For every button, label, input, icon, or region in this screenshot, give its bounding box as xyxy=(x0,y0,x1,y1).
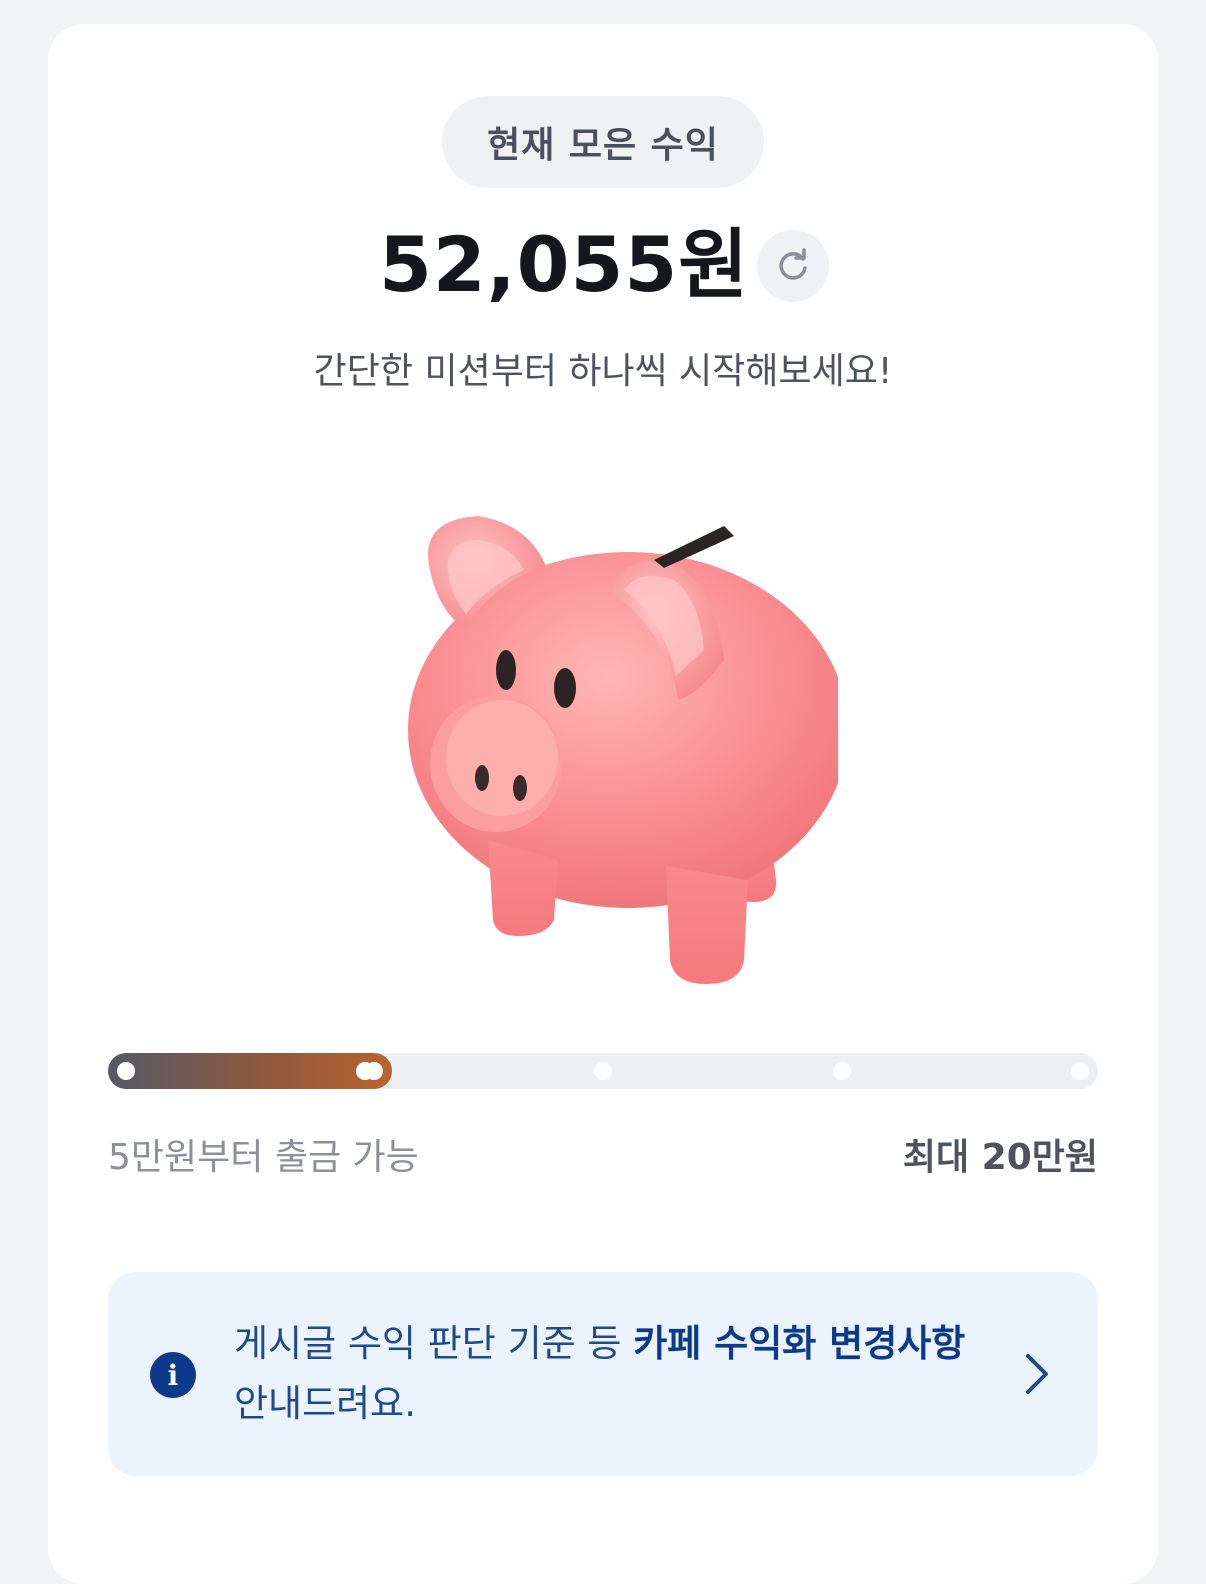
earnings-progress-bar xyxy=(108,1053,1098,1089)
piggy-bank-illustration xyxy=(408,516,838,984)
refresh-button[interactable] xyxy=(757,230,829,302)
amount-row: 52,055원 xyxy=(48,220,1158,310)
max-earnings-label: 최대 20만원 xyxy=(902,1137,1098,1178)
min-withdraw-label: 5만원부터 출금 가능 xyxy=(108,1137,419,1178)
notice-text-before: 게시글 수익 판단 기준 등 xyxy=(234,1322,634,1365)
earnings-card: 현재 모은 수익 52,055원 간단한 미션부터 하나씩 시작해보세요! 5만… xyxy=(48,24,1158,1584)
monetization-notice-banner[interactable]: i 게시글 수익 판단 기준 등 카페 수익화 변경사항 안내드려요. xyxy=(108,1272,1098,1476)
progress-stop-dot xyxy=(833,1062,851,1080)
chevron-right-icon xyxy=(1026,1354,1048,1394)
progress-stop-dot xyxy=(594,1062,612,1080)
refresh-icon xyxy=(779,248,807,280)
progress-fill xyxy=(108,1053,392,1089)
progress-stop-dot xyxy=(1071,1062,1089,1080)
earnings-amount: 52,055원 xyxy=(379,220,750,309)
notice-text-bold: 카페 수익화 변경사항 xyxy=(633,1322,966,1365)
subtitle: 간단한 미션부터 하나씩 시작해보세요! xyxy=(313,351,893,392)
notice-text-after: 안내드려요. xyxy=(234,1382,416,1425)
current-earnings-pill: 현재 모은 수익 xyxy=(442,96,764,188)
info-icon: i xyxy=(150,1352,196,1398)
notice-text: 게시글 수익 판단 기준 등 카페 수익화 변경사항 안내드려요. xyxy=(234,1314,994,1434)
progress-stop-dot xyxy=(117,1062,135,1080)
progress-current-dot xyxy=(365,1062,383,1080)
